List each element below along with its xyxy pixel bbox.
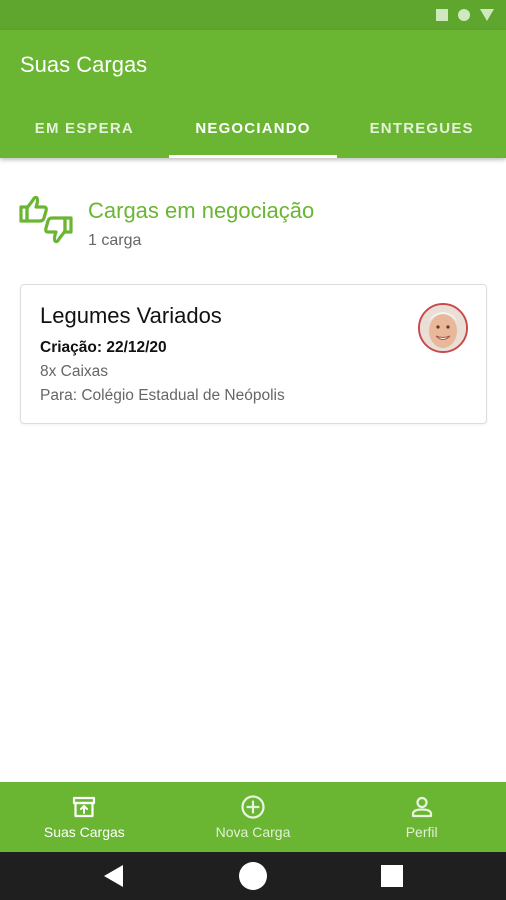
cargo-quantity: 8x Caixas: [40, 363, 109, 380]
avatar[interactable]: [418, 303, 468, 353]
sync-icon: [458, 9, 470, 21]
section-text: Cargas em negociação 1 carga: [88, 192, 314, 250]
nav-suas-cargas[interactable]: Suas Cargas: [0, 782, 169, 852]
cargo-creation-date: Criação: 22/12/20: [40, 339, 167, 356]
signal-icon: [480, 9, 494, 21]
notification-icon: [436, 9, 448, 21]
nav-perfil[interactable]: Perfil: [337, 782, 506, 852]
tab-bar: EM ESPERA NEGOCIANDO ENTREGUES: [0, 98, 506, 158]
nav-label: Nova Carga: [215, 824, 291, 840]
add-circle-icon: [241, 795, 265, 819]
app-title: Suas Cargas: [20, 52, 148, 77]
home-icon[interactable]: [239, 862, 267, 890]
thumbs-up-down-icon: [19, 195, 73, 244]
tab-negociando[interactable]: NEGOCIANDO: [168, 98, 338, 158]
tab-entregues[interactable]: ENTREGUES: [337, 98, 506, 158]
section-title: Cargas em negociação: [88, 198, 315, 223]
section-header: Cargas em negociação 1 carga: [18, 192, 314, 250]
tab-em-espera[interactable]: EM ESPERA: [0, 98, 169, 158]
person-icon: [411, 796, 432, 818]
status-bar: [0, 0, 506, 30]
bottom-navigation: Suas Cargas Nova Carga Perfil: [0, 782, 506, 852]
cargo-card[interactable]: Legumes Variados Criação: 22/12/20 8x Ca…: [20, 284, 487, 424]
nav-label: Suas Cargas: [43, 824, 125, 840]
cargo-destination: Para: Colégio Estadual de Neópolis: [40, 387, 285, 404]
cargo-title: Legumes Variados: [40, 303, 222, 328]
nav-label: Perfil: [405, 824, 438, 840]
user-avatar-icon: [420, 305, 466, 351]
archive-icon: [73, 796, 96, 818]
status-icons: [436, 9, 494, 21]
section-count: 1 carga: [88, 232, 142, 249]
system-navigation-bar: [0, 852, 506, 900]
back-icon[interactable]: [104, 865, 123, 887]
app-bar: Suas Cargas EM ESPERA NEGOCIANDO ENTREGU…: [0, 30, 506, 158]
recent-apps-icon[interactable]: [381, 865, 403, 887]
nav-nova-carga[interactable]: Nova Carga: [169, 782, 338, 852]
